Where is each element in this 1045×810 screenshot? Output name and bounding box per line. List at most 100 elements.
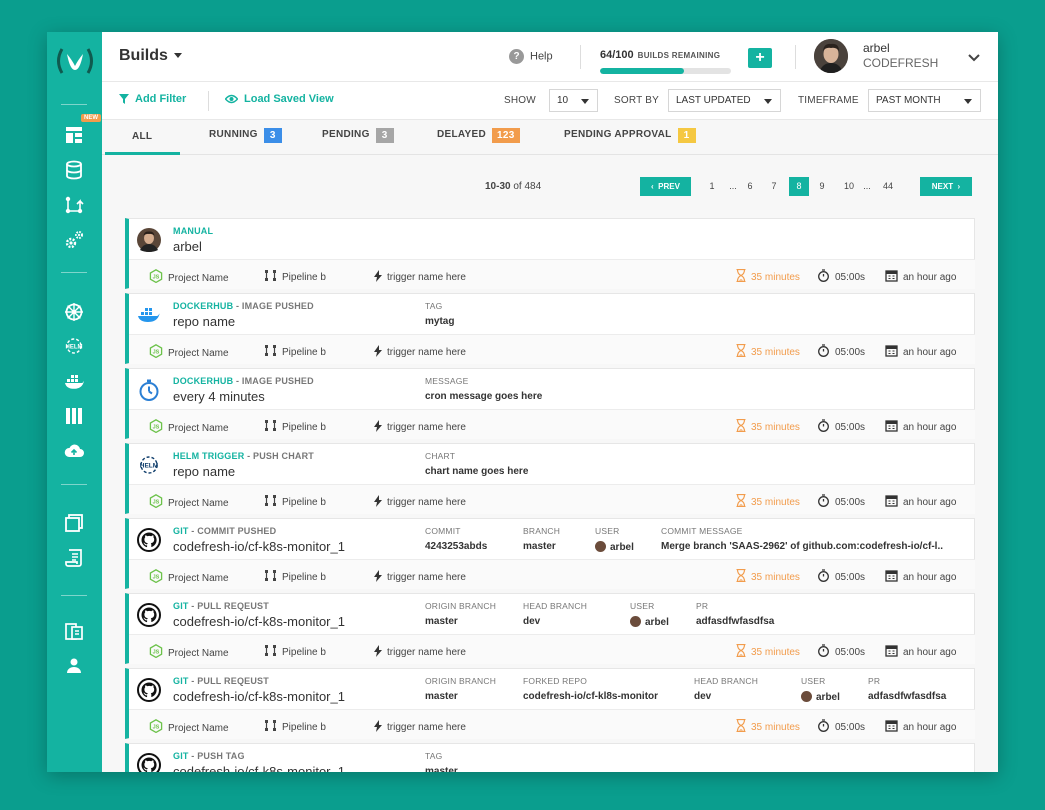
- composition-icon[interactable]: [63, 512, 85, 534]
- main-area: Builds ? Help 64/100BUILDS REMAINING +: [102, 32, 998, 772]
- user-avatar-icon: [595, 541, 606, 552]
- build-meta-field: BRANCH master: [523, 526, 560, 552]
- tab-delayed[interactable]: DELAYED 123: [437, 128, 520, 143]
- pipeline-name: Pipeline b: [282, 347, 326, 358]
- build-trigger-event: - PUSH TAG: [188, 751, 245, 761]
- page-10[interactable]: 10: [839, 181, 859, 191]
- pipeline-link[interactable]: Pipeline b: [264, 644, 326, 658]
- build-trigger-type: GIT - PULL REQEUST: [173, 676, 269, 686]
- build-meta-field: TAG mytag: [425, 301, 454, 327]
- kubernetes-icon[interactable]: [63, 301, 85, 323]
- pipeline-name: Pipeline b: [282, 422, 326, 433]
- billing-icon[interactable]: [63, 620, 85, 642]
- pipeline-link[interactable]: Pipeline b: [264, 269, 326, 283]
- build-name[interactable]: codefresh-io/cf-k8s-monitor_1: [173, 764, 345, 772]
- prev-page-button[interactable]: ‹ PREV: [640, 177, 691, 196]
- page-44[interactable]: 44: [878, 181, 898, 191]
- pipeline-link[interactable]: Pipeline b: [264, 569, 326, 583]
- last-updated-value: an hour ago: [903, 272, 957, 283]
- build-name[interactable]: repo name: [173, 314, 235, 329]
- page-1[interactable]: 1: [705, 181, 719, 191]
- build-name[interactable]: codefresh-io/cf-k8s-monitor_1: [173, 614, 345, 629]
- build-row[interactable]: HELM HELM TRIGGER - PUSH CHART repo name CH…: [125, 443, 975, 514]
- page-9[interactable]: 9: [815, 181, 829, 191]
- show-select[interactable]: 10: [549, 89, 598, 112]
- trigger-name: trigger name here: [387, 347, 466, 358]
- build-row[interactable]: MANUAL arbel JS Project Name Pipeline b trigg…: [125, 218, 975, 289]
- build-meta-text: cron message goes here: [425, 391, 543, 402]
- build-name[interactable]: arbel: [173, 239, 202, 254]
- project-name: Project Name: [168, 273, 229, 284]
- project-link[interactable]: JS Project Name: [149, 419, 229, 434]
- pipeline-link[interactable]: Pipeline b: [264, 719, 326, 733]
- tab-pending-approval[interactable]: PENDING APPROVAL 1: [564, 128, 696, 143]
- chevron-down-icon[interactable]: [967, 50, 981, 62]
- page-7[interactable]: 7: [767, 181, 781, 191]
- build-time-value: 05:00s: [835, 272, 866, 283]
- pagination-range: 10-30 of 484: [485, 181, 541, 192]
- build-row[interactable]: GIT - PUSH TAG codefresh-io/cf-k8s-monito…: [125, 743, 975, 772]
- page-title: Builds: [119, 47, 168, 64]
- build-trigger-source: GIT: [173, 526, 189, 536]
- next-page-button[interactable]: NEXT ›: [920, 177, 972, 196]
- dashboard-icon[interactable]: [63, 124, 85, 146]
- build-row[interactable]: GIT - PULL REQEUST codefresh-io/cf-k8s-mo…: [125, 593, 975, 664]
- cloud-upload-icon[interactable]: [63, 440, 85, 462]
- page-8-active[interactable]: 8: [789, 177, 809, 196]
- helm-icon[interactable]: HELM: [63, 335, 85, 357]
- build-name[interactable]: codefresh-io/cf-k8s-monitor_1: [173, 689, 345, 704]
- project-link[interactable]: JS Project Name: [149, 494, 229, 509]
- build-details: JS Project Name Pipeline b trigger name her…: [129, 484, 975, 514]
- project-link[interactable]: JS Project Name: [149, 269, 229, 284]
- build-meta-header: HEAD BRANCH: [523, 601, 588, 611]
- sort-by-select[interactable]: LAST UPDATED: [668, 89, 781, 112]
- pipeline-link[interactable]: Pipeline b: [264, 419, 326, 433]
- project-link[interactable]: JS Project Name: [149, 569, 229, 584]
- help-link[interactable]: ? Help: [509, 49, 553, 64]
- build-name[interactable]: codefresh-io/cf-k8s-monitor_1: [173, 539, 345, 554]
- build-meta-value: adfasdfwfasdfsa: [696, 616, 774, 627]
- build-meta-header: HEAD BRANCH: [694, 676, 759, 686]
- queue-duration: 35 minutes: [736, 343, 800, 358]
- add-builds-button[interactable]: +: [748, 48, 772, 68]
- boards-icon[interactable]: [63, 405, 85, 427]
- settings-gears-icon[interactable]: [63, 229, 85, 251]
- database-icon[interactable]: [63, 159, 85, 181]
- trigger-name: trigger name here: [387, 647, 466, 658]
- tab-pending[interactable]: PENDING 3: [322, 128, 394, 143]
- load-saved-view-button[interactable]: Load Saved View: [224, 93, 334, 105]
- calendar-icon: [885, 720, 898, 732]
- project-link[interactable]: JS Project Name: [149, 344, 229, 359]
- pipeline-link[interactable]: Pipeline b: [264, 494, 326, 508]
- build-row[interactable]: DOCKERHUB - IMAGE PUSHED repo name TAG myta…: [125, 293, 975, 364]
- project-link[interactable]: JS Project Name: [149, 719, 229, 734]
- tab-running[interactable]: RUNNING 3: [209, 128, 282, 143]
- user-avatar[interactable]: [814, 39, 848, 73]
- build-trigger-source: MANUAL: [173, 226, 214, 236]
- build-meta-text: dev: [694, 691, 712, 702]
- pipeline-link[interactable]: Pipeline b: [264, 344, 326, 358]
- build-row[interactable]: DOCKERHUB - IMAGE PUSHED every 4 minutes M…: [125, 368, 975, 439]
- quota-label: BUILDS REMAINING: [637, 51, 721, 60]
- stopwatch-icon: [818, 344, 829, 357]
- page-6[interactable]: 6: [743, 181, 757, 191]
- add-filter-button[interactable]: Add Filter: [119, 93, 186, 105]
- pipelines-icon[interactable]: [63, 194, 85, 216]
- tab-all[interactable]: ALL: [132, 131, 152, 142]
- build-summary: GIT - PULL REQEUST codefresh-io/cf-k8s-mo…: [129, 669, 975, 709]
- page-title-dropdown[interactable]: Builds: [119, 47, 182, 65]
- build-row[interactable]: GIT - PULL REQEUST codefresh-io/cf-k8s-mo…: [125, 668, 975, 739]
- queue-duration-value: 35 minutes: [751, 272, 800, 283]
- codefresh-logo-icon[interactable]: [56, 46, 94, 76]
- user-icon[interactable]: [63, 655, 85, 677]
- build-trigger-type: MANUAL: [173, 226, 213, 236]
- build-row[interactable]: GIT - COMMIT PUSHED codefresh-io/cf-k8s-m…: [125, 518, 975, 589]
- build-name[interactable]: every 4 minutes: [173, 389, 265, 404]
- build-trigger-source: DOCKERHUB: [173, 376, 234, 386]
- docker-icon[interactable]: [63, 370, 85, 392]
- audit-scroll-icon[interactable]: [63, 547, 85, 569]
- build-name[interactable]: repo name: [173, 464, 235, 479]
- timeframe-select[interactable]: PAST MONTH: [868, 89, 981, 112]
- project-link[interactable]: JS Project Name: [149, 644, 229, 659]
- build-meta-text: master: [425, 691, 458, 702]
